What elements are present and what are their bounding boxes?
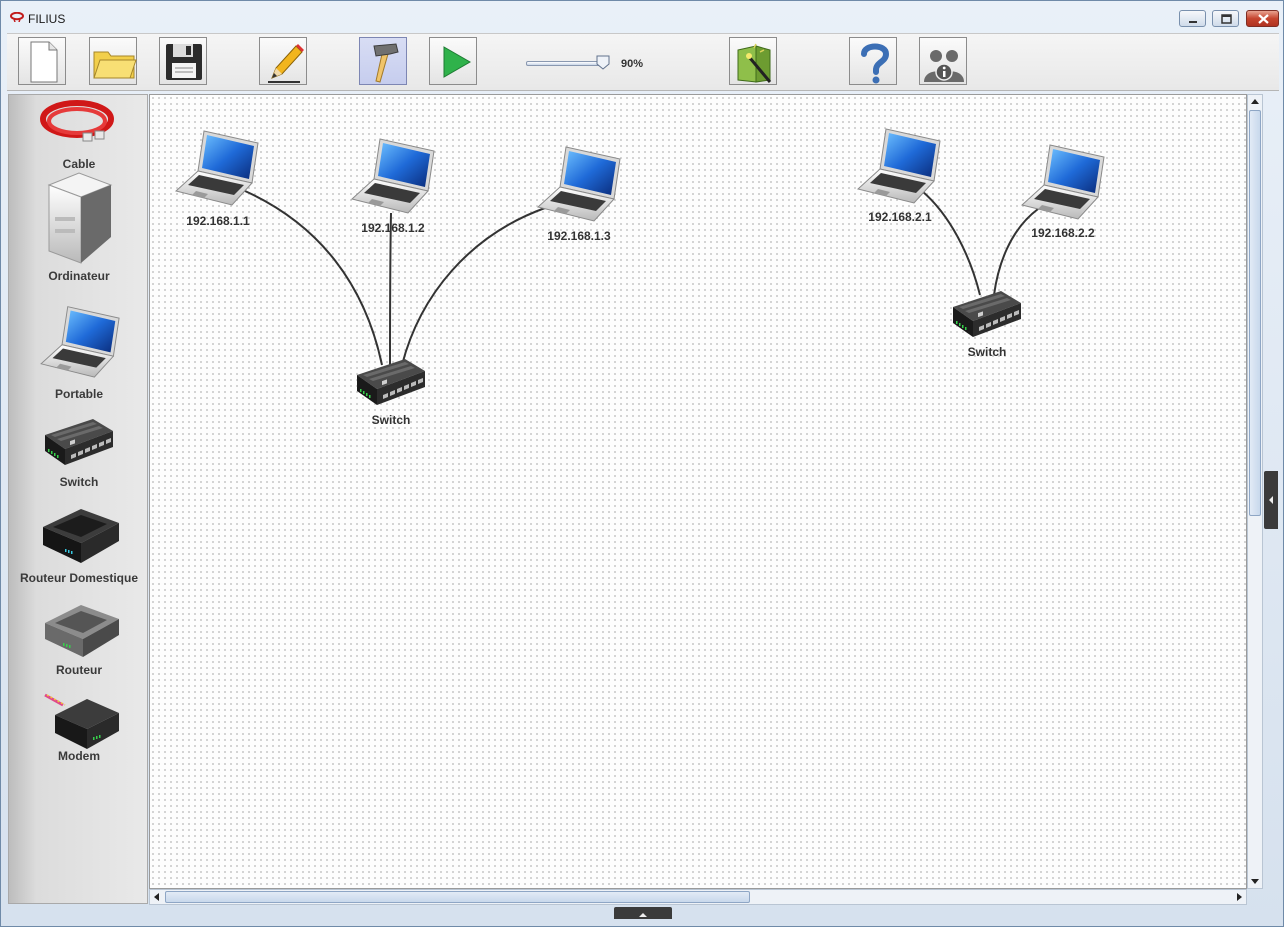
simulate-button[interactable] (429, 37, 477, 85)
main-toolbar: 90% (7, 33, 1279, 91)
play-icon (443, 46, 472, 78)
floppy-icon (166, 44, 202, 80)
laptop-node[interactable] (536, 141, 626, 228)
wizard-button[interactable] (729, 37, 777, 85)
palette-label-home-router: Routeur Domestique (19, 571, 138, 585)
node-label: 192.168.2.2 (1031, 226, 1095, 240)
scroll-right-arrow-icon[interactable] (1232, 890, 1246, 904)
node-label: 192.168.1.2 (361, 221, 425, 235)
switch-node[interactable] (355, 355, 427, 412)
horizontal-scroll-thumb[interactable] (165, 891, 750, 903)
computer-icon (47, 172, 113, 264)
scroll-down-arrow-icon[interactable] (1248, 874, 1262, 888)
palette-label-modem: Modem (58, 749, 100, 763)
laptop-icon (39, 301, 125, 379)
node-label: 192.168.1.1 (186, 214, 250, 228)
cable-icon (40, 100, 114, 142)
switch-node[interactable] (951, 287, 1023, 344)
design-mode-button[interactable] (259, 37, 307, 85)
network-canvas[interactable]: 192.168.1.1 192.168.1.2 192.168.1.3 Swit… (149, 94, 1247, 889)
chevron-left-icon (1269, 496, 1273, 504)
build-mode-button[interactable] (359, 37, 407, 85)
window-title: FILIUS (28, 12, 66, 26)
palette-label-cable: Cable (62, 157, 96, 171)
filius-logo-icon (10, 12, 24, 22)
scroll-left-arrow-icon[interactable] (150, 890, 164, 904)
node-label: 192.168.1.3 (547, 229, 611, 243)
users-info-icon (924, 50, 964, 82)
laptop-node[interactable] (856, 123, 946, 210)
app-window: FILIUS 90% Cable Ordinateur Portable Swi… (0, 0, 1284, 927)
new-button[interactable] (18, 37, 66, 85)
new-file-icon (30, 41, 58, 83)
zoom-slider-thumb[interactable] (596, 55, 610, 70)
switch-icon (951, 287, 1023, 339)
node-label: Switch (371, 413, 411, 427)
node-label: 192.168.2.1 (868, 210, 932, 224)
home-router-icon (43, 509, 119, 563)
laptop-node[interactable] (1020, 139, 1110, 226)
book-wand-icon (737, 43, 772, 83)
cable-laptop-2-switch-1[interactable] (389, 212, 392, 366)
bottom-panel-toggle[interactable] (614, 907, 672, 919)
laptop-icon (350, 133, 440, 215)
node-label: Switch (967, 345, 1007, 359)
side-panel-toggle[interactable] (1264, 471, 1278, 529)
close-button[interactable] (1246, 10, 1279, 27)
help-button[interactable] (849, 37, 897, 85)
switch-icon (355, 355, 427, 407)
zoom-level: 90% (621, 58, 644, 70)
switch-icon (43, 415, 115, 467)
palette-label-switch: Switch (59, 475, 99, 489)
palette-label-laptop: Portable (54, 387, 103, 401)
modem-icon (44, 693, 119, 749)
palette-label-router: Routeur (56, 663, 102, 677)
folder-icon (93, 51, 137, 79)
laptop-icon (536, 141, 626, 223)
question-icon (861, 43, 890, 84)
router-icon (45, 605, 119, 657)
chevron-up-icon (639, 913, 647, 917)
hammer-icon (373, 43, 399, 83)
scroll-up-arrow-icon[interactable] (1248, 95, 1262, 109)
maximize-button[interactable] (1212, 10, 1239, 27)
minimize-button[interactable] (1179, 10, 1206, 27)
close-icon (1258, 14, 1269, 24)
open-button[interactable] (89, 37, 137, 85)
laptop-icon (1020, 139, 1110, 221)
laptop-icon (856, 123, 946, 205)
save-button[interactable] (159, 37, 207, 85)
vertical-scroll-thumb[interactable] (1249, 110, 1261, 516)
restore-icon (1221, 14, 1232, 24)
laptop-node[interactable] (350, 133, 440, 220)
component-palette: Cable Ordinateur Portable Switch Routeur… (8, 94, 148, 904)
minimize-icon (1189, 21, 1197, 23)
about-button[interactable] (919, 37, 967, 85)
laptop-node[interactable] (174, 125, 264, 212)
title-bar: FILIUS (1, 1, 1283, 33)
vertical-scrollbar[interactable] (1247, 94, 1263, 889)
pencil-icon (268, 44, 304, 83)
zoom-slider-track[interactable] (526, 61, 606, 66)
palette-label-computer: Ordinateur (48, 269, 110, 283)
horizontal-scrollbar[interactable] (149, 889, 1247, 905)
laptop-icon (174, 125, 264, 207)
